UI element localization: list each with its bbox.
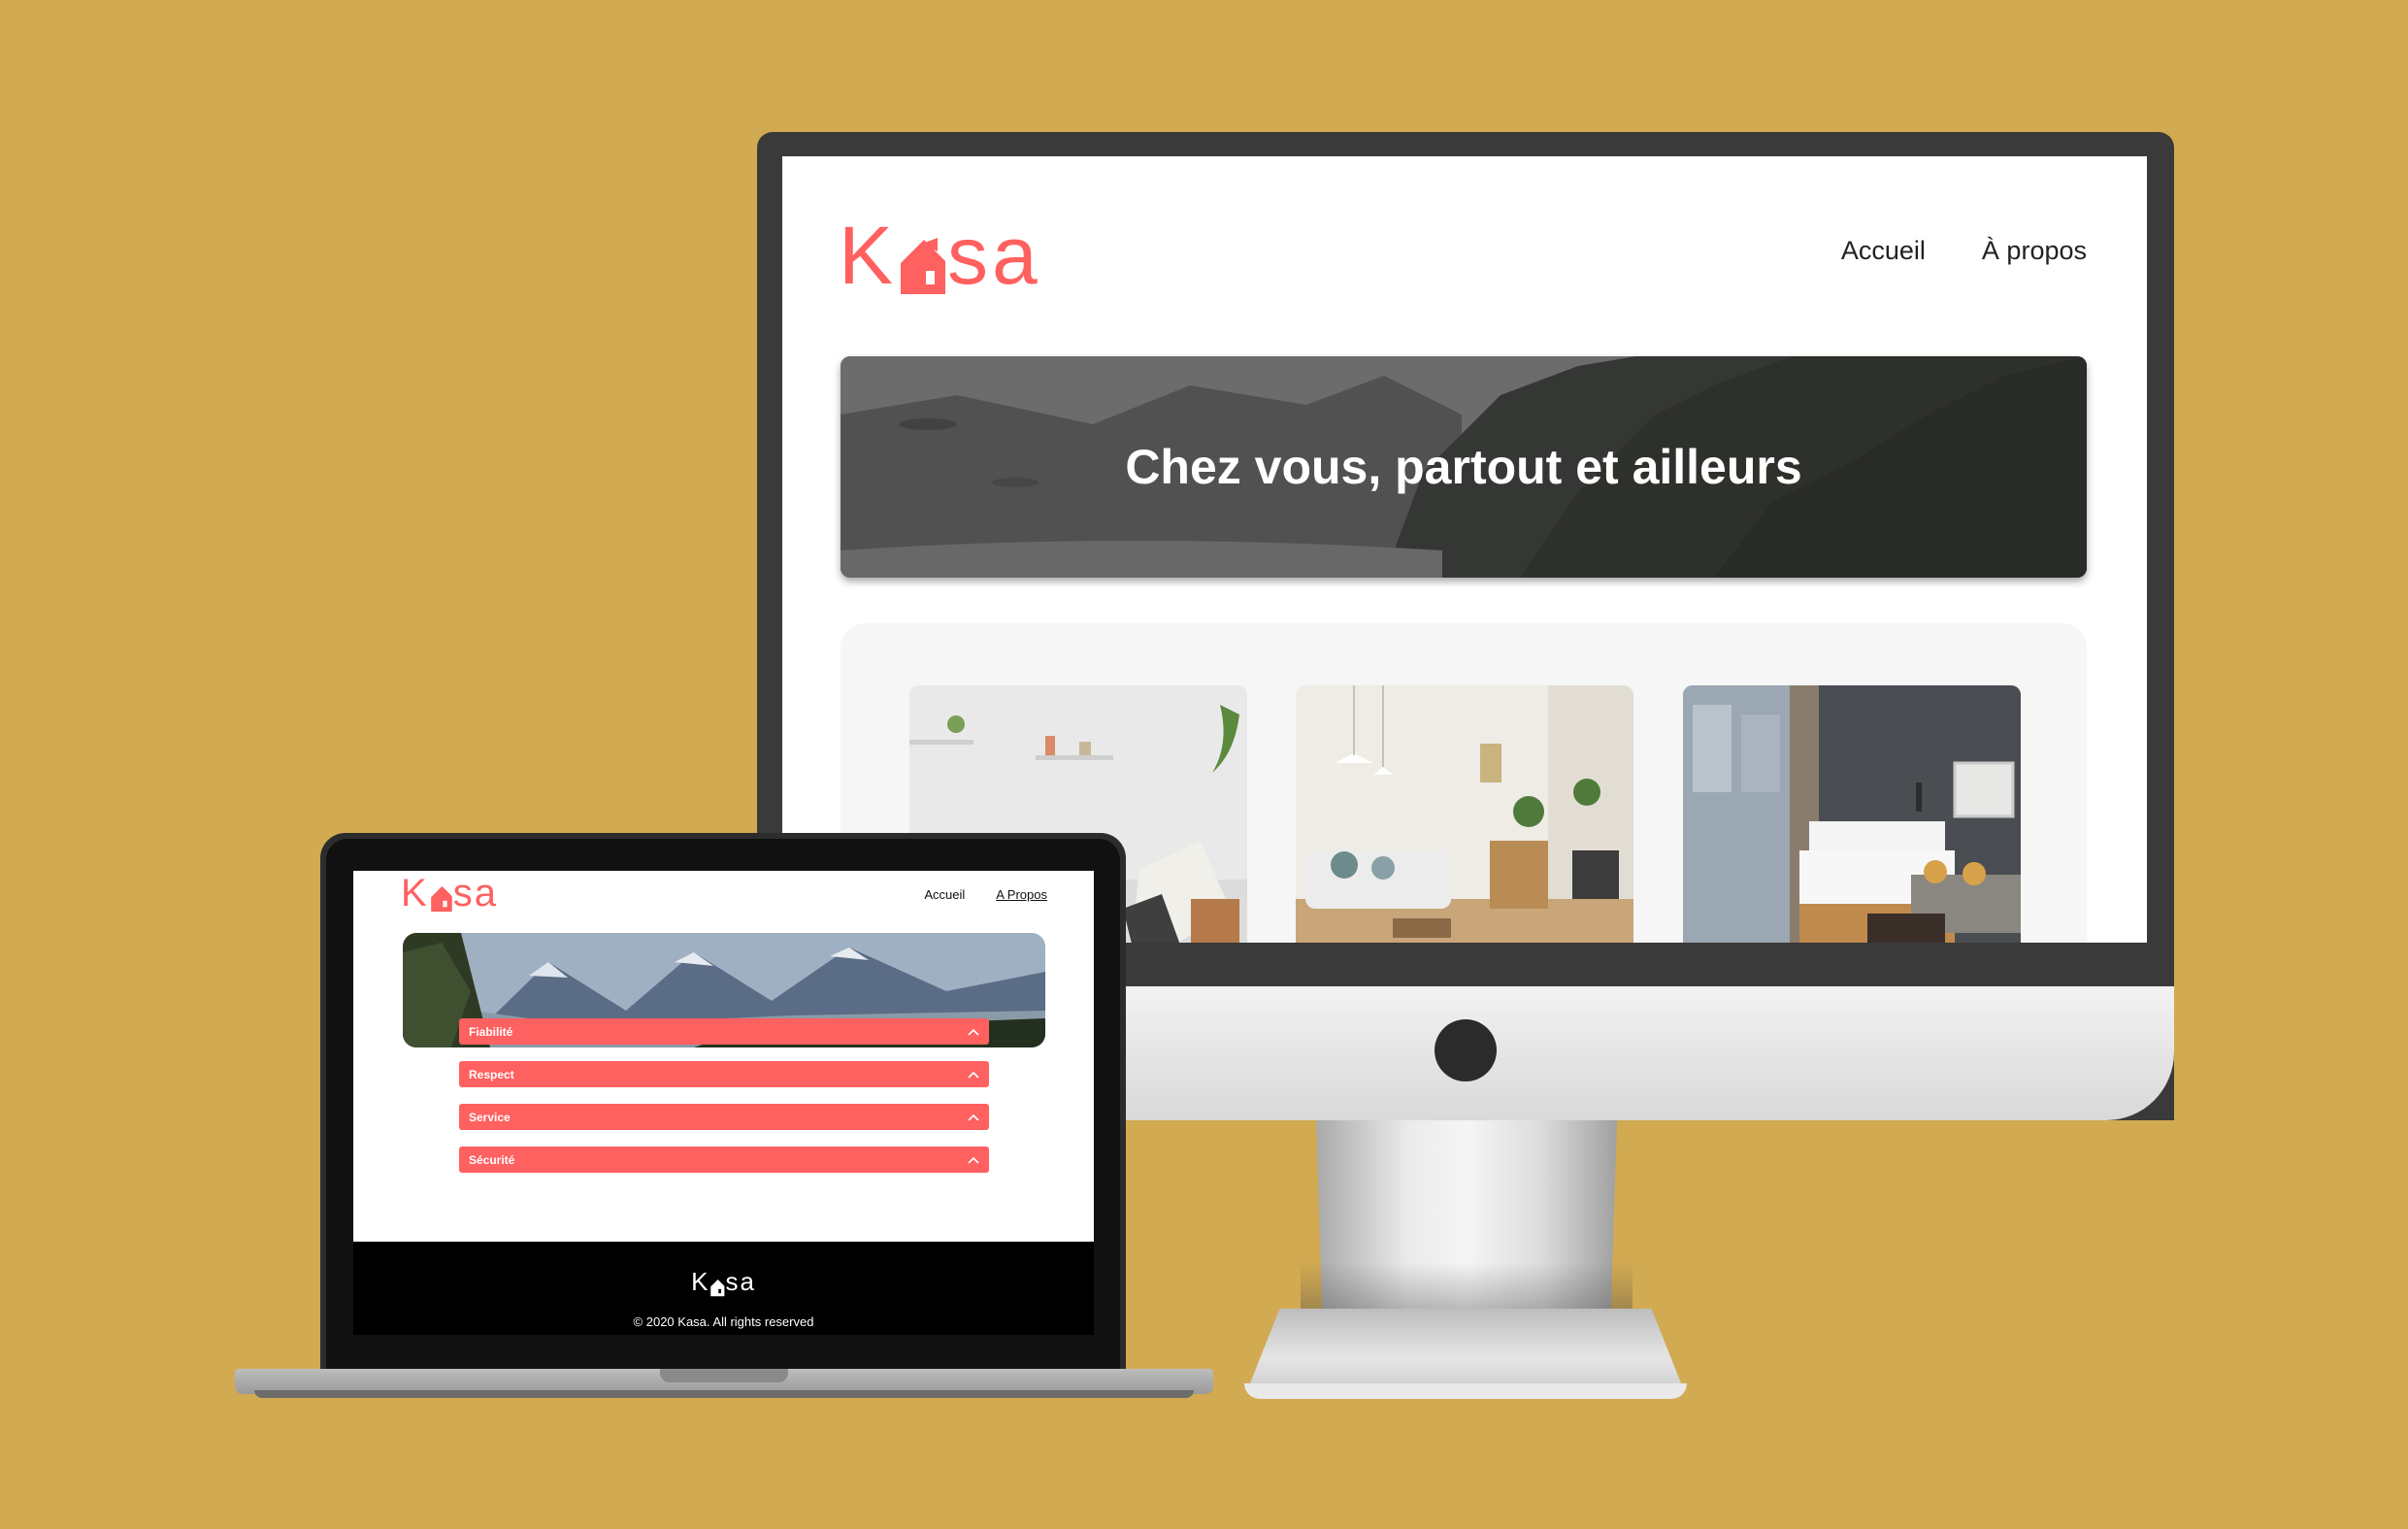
logo-letter-k: K [401, 872, 429, 914]
desktop-kasa-logo[interactable]: K sa [839, 215, 1041, 296]
chevron-up-icon [968, 1071, 979, 1079]
chevron-up-icon [968, 1028, 979, 1036]
chevron-up-icon [968, 1156, 979, 1164]
desktop-nav: Accueil À propos [1841, 236, 2087, 266]
house-icon [901, 238, 946, 294]
accordion-label: Fiabilité [469, 1024, 513, 1039]
accordion-label: Service [469, 1110, 511, 1124]
laptop-footer: K sa © 2020 Kasa. All rights reserved [353, 1242, 1094, 1335]
desktop-screen: K sa Accueil À propos Chez vous, partout… [782, 156, 2147, 943]
laptop-nav: Accueil A Propos [924, 887, 1047, 902]
nav-link-a-propos[interactable]: À propos [1982, 236, 2087, 266]
listing-photo-bedroom [1683, 685, 2021, 943]
monitor-logo-dot [1435, 1019, 1497, 1081]
house-icon [430, 885, 452, 913]
logo-letters-sa: sa [725, 1267, 756, 1296]
monitor-stand-shadow [1301, 1262, 1633, 1311]
laptop-kasa-logo[interactable]: K sa [401, 874, 498, 913]
footer-copyright: © 2020 Kasa. All rights reserved [633, 1314, 814, 1329]
logo-letters-sa: sa [947, 210, 1041, 301]
logo-letter-k: K [839, 210, 898, 301]
house-icon [710, 1280, 725, 1297]
listing-photo-living-room [1296, 685, 1633, 943]
desktop-hero-banner: Chez vous, partout et ailleurs [841, 356, 2087, 578]
logo-letter-k: K [691, 1267, 710, 1296]
hero-title: Chez vous, partout et ailleurs [1125, 440, 1802, 494]
nav-link-a-propos[interactable]: A Propos [996, 887, 1047, 902]
accordion-securite[interactable]: Sécurité [459, 1147, 989, 1173]
accordion-service[interactable]: Service [459, 1104, 989, 1130]
footer-kasa-logo: K sa [353, 1267, 1094, 1297]
laptop-base-bottom [254, 1390, 1194, 1398]
accordion-label: Respect [469, 1067, 514, 1081]
listing-card[interactable] [1683, 685, 2021, 943]
logo-letters-sa: sa [452, 872, 498, 914]
accordion-label: Sécurité [469, 1152, 515, 1167]
laptop-notch [660, 1369, 788, 1382]
accordion-fiabilite[interactable]: Fiabilité [459, 1018, 989, 1045]
monitor-stand-base-edge [1244, 1383, 1687, 1399]
nav-link-accueil[interactable]: Accueil [924, 887, 965, 902]
nav-link-accueil[interactable]: Accueil [1841, 236, 1926, 266]
chevron-up-icon [968, 1114, 979, 1121]
accordion-respect[interactable]: Respect [459, 1061, 989, 1087]
laptop-screen: K sa Accueil A Propos Fiabilité Respect [353, 871, 1094, 1335]
listing-card[interactable] [1296, 685, 1633, 943]
